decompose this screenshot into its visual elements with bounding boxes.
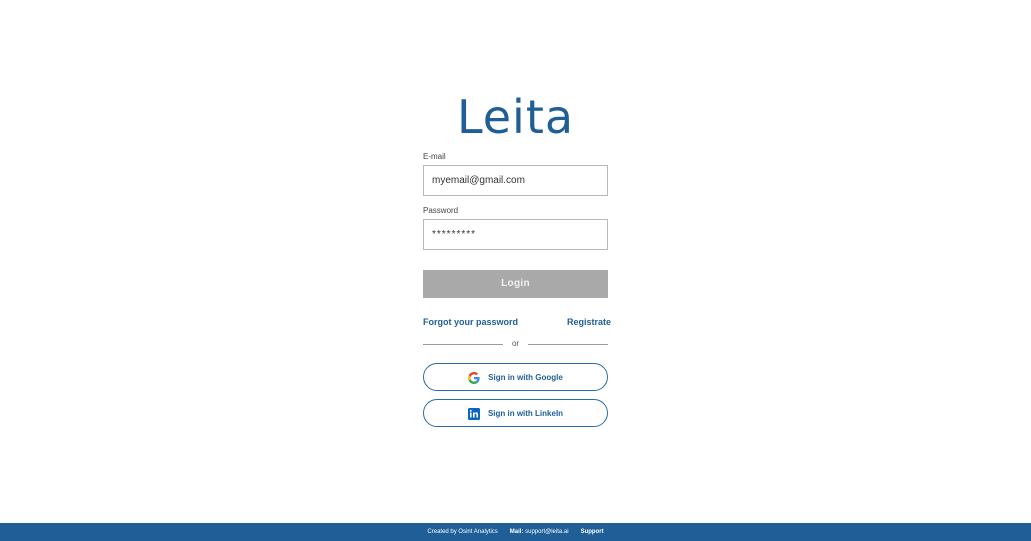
divider-line-left (423, 344, 503, 345)
linkedin-icon (467, 407, 480, 420)
login-button[interactable]: Login (423, 270, 608, 298)
linkedin-signin-label: Sign in with LinkeIn (487, 408, 564, 418)
google-signin-label: Sign in with Google (488, 372, 563, 382)
app-logo: Leita (456, 90, 575, 144)
email-label: E-mail (423, 152, 446, 161)
forgot-password-link[interactable]: Forgot your password (423, 317, 518, 327)
linkedin-signin-button[interactable]: Sign in with LinkeIn (423, 399, 608, 427)
footer-mail: Mail: support@leita.ai (510, 529, 569, 535)
footer-mail-address[interactable]: support@leita.ai (525, 529, 568, 535)
footer-created-by: Created by Osint Analytics (427, 529, 498, 535)
footer: Created by Osint Analytics Mail: support… (0, 523, 1031, 541)
footer-mail-prefix: Mail: (509, 529, 524, 535)
footer-support-link[interactable]: Support (581, 529, 604, 535)
divider-line-right (528, 344, 608, 345)
divider-text: or (511, 339, 520, 348)
password-label: Password (423, 206, 459, 215)
google-icon (468, 371, 480, 384)
password-field[interactable]: ********* (423, 219, 608, 250)
email-field[interactable]: myemail@gmail.com (423, 165, 608, 196)
register-link[interactable]: Registrate (567, 317, 611, 327)
google-signin-button[interactable]: Sign in with Google (423, 363, 608, 391)
